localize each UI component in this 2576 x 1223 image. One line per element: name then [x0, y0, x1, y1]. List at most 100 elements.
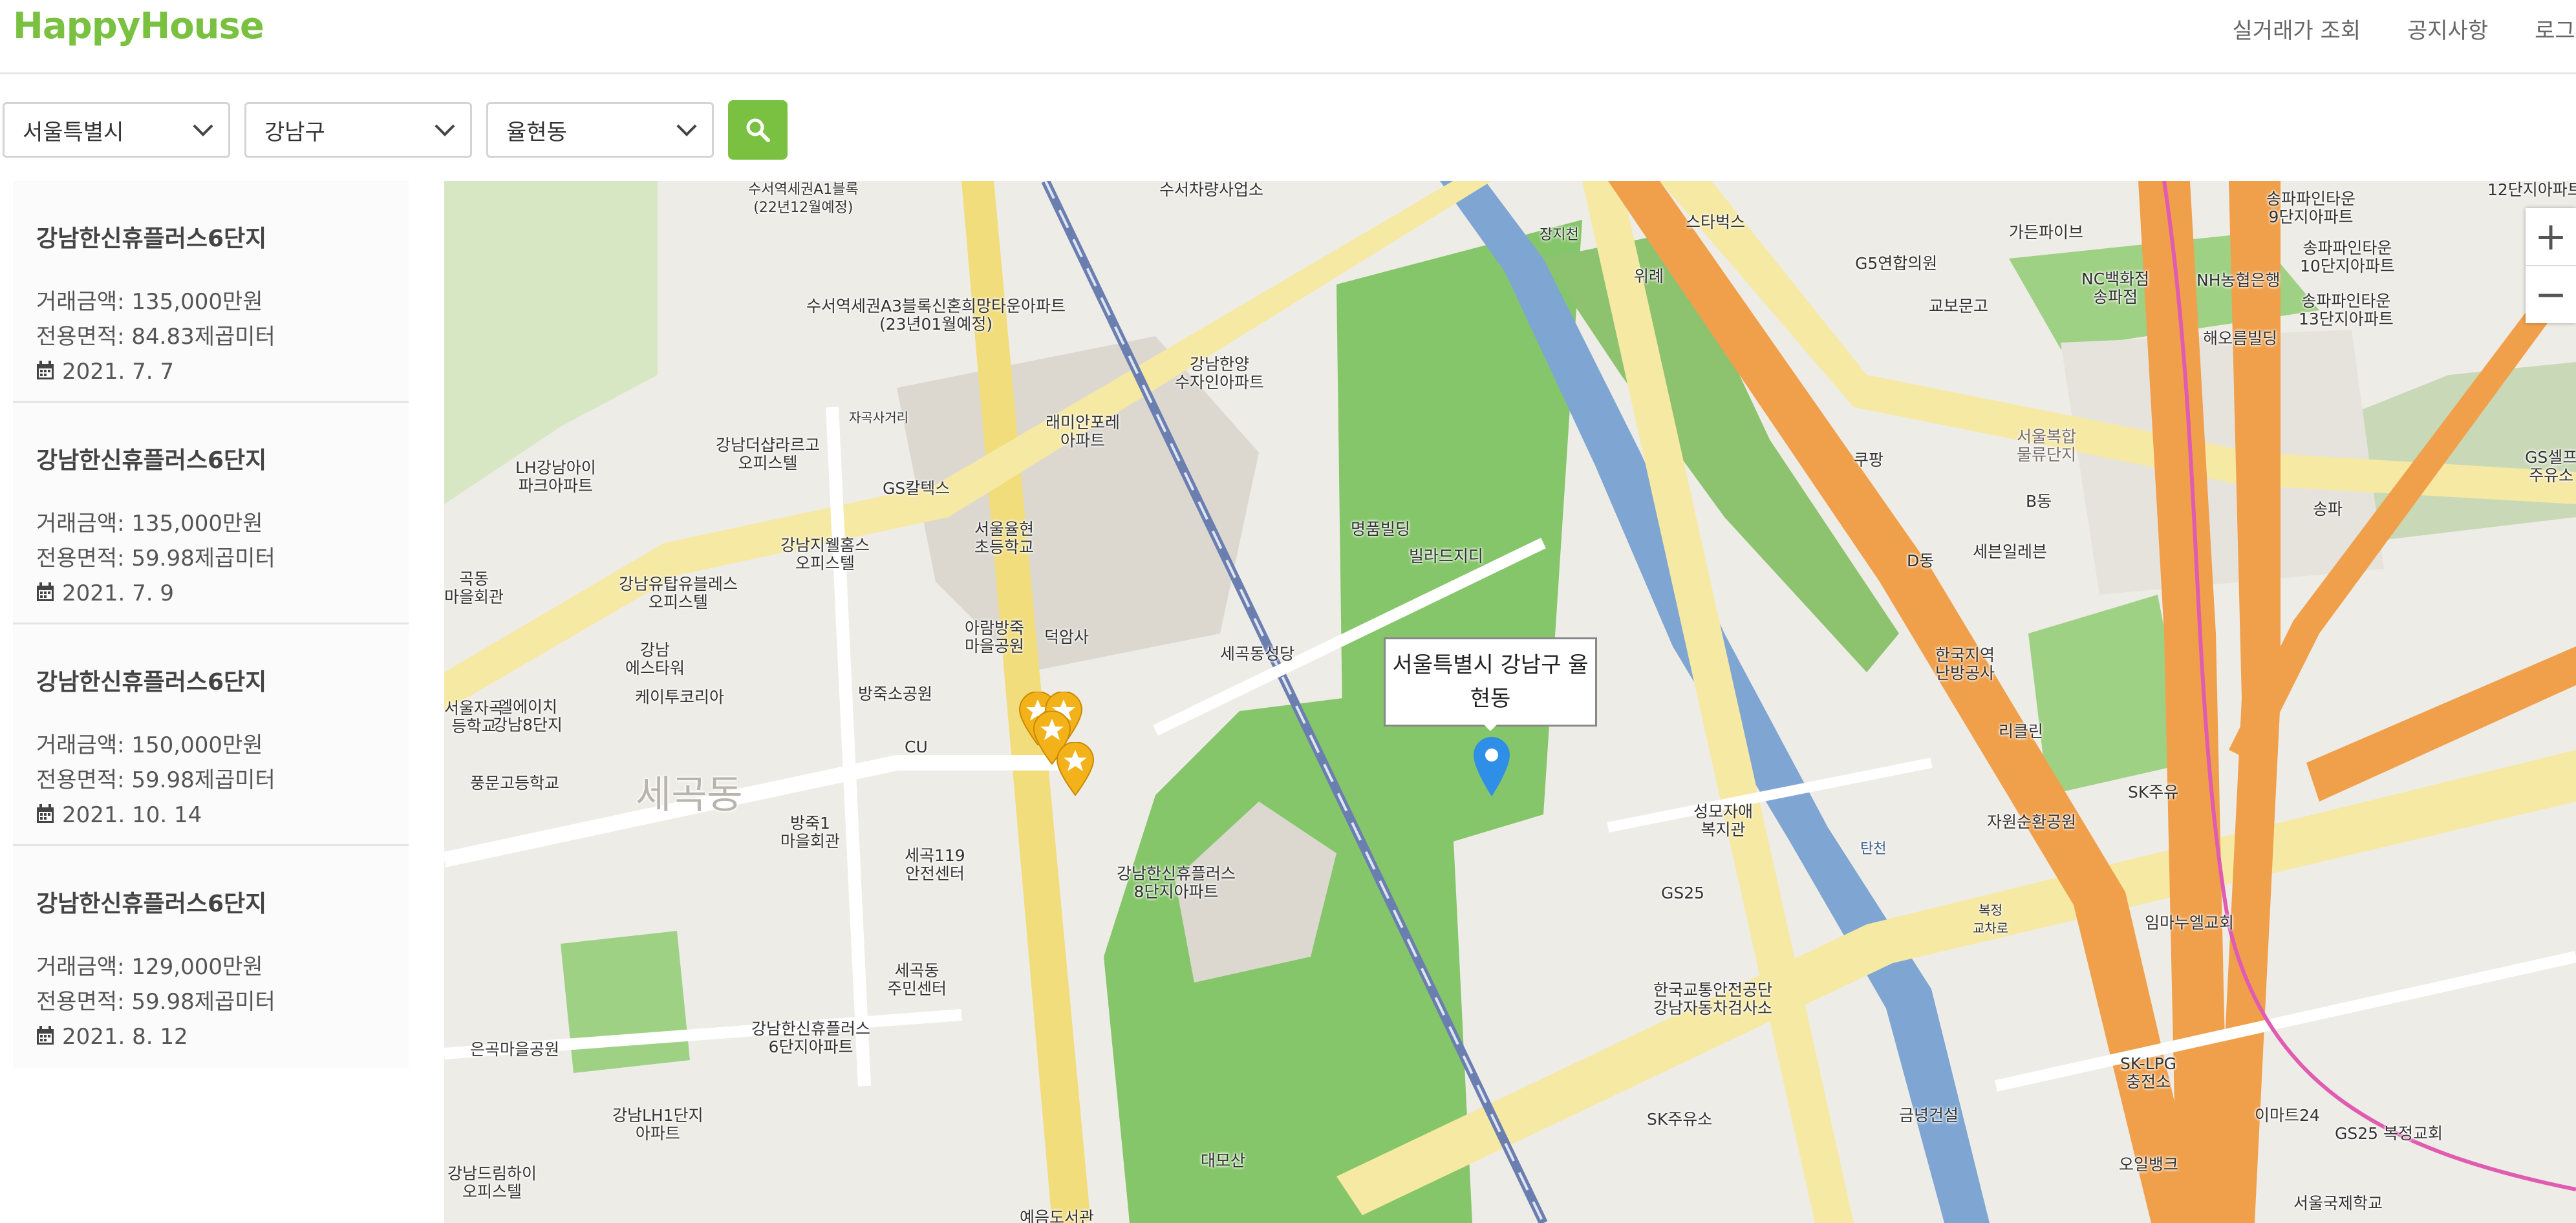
- calendar-icon: [36, 799, 54, 834]
- map-label: GS셀프 주유소: [2525, 448, 2576, 485]
- nav-deal-search[interactable]: 실거래가 조회: [2233, 13, 2361, 45]
- nav-login[interactable]: 로그인: [2535, 13, 2576, 45]
- chevron-down-icon: [676, 116, 697, 136]
- deal-date: 2021. 10. 14: [62, 802, 202, 828]
- search-button[interactable]: [728, 100, 788, 160]
- deal-item[interactable]: 강남한신휴플러스6단지 거래금액: 150,000만원 전용면적: 59.98제…: [13, 624, 409, 846]
- map-label: 복정 교차로: [1973, 902, 2009, 936]
- zoom-in-button[interactable]: +: [2526, 208, 2576, 266]
- map-label: 서울복합 물류단지: [2017, 427, 2077, 464]
- map-label: 성모자애 복지관: [1693, 802, 1754, 839]
- map-label: G5연합의원: [1855, 254, 1938, 273]
- map-label: 금녕건설: [1899, 1106, 1959, 1125]
- chevron-down-icon: [435, 116, 455, 136]
- map-label: LH강남아이 파크아파트: [515, 458, 596, 495]
- nav-notice[interactable]: 공지사항: [2407, 13, 2488, 45]
- main-nav: 실거래가 조회 공지사항 로그인: [2233, 13, 2576, 45]
- map-label: 쿠팡: [1854, 451, 1884, 469]
- map-label: 방죽1 마을회관: [780, 814, 841, 851]
- location-info-window: 서울특별시 강남구 율현동: [1384, 637, 1597, 731]
- map-label: 풍문고등학교: [470, 774, 560, 792]
- deal-date: 2021. 8. 12: [62, 1024, 188, 1050]
- map-label: CU: [905, 738, 928, 756]
- deal-item[interactable]: 강남한신휴플러스6단지 거래금액: 135,000만원 전용면적: 59.98제…: [13, 403, 409, 624]
- map-label: SK주유: [2128, 783, 2179, 802]
- map-view[interactable]: 수서역세권A3블록신혼희망타운아파트 (23년01월예정) 강남한양 수자인아파…: [444, 181, 2576, 1223]
- map-label: 장지천: [1540, 227, 1579, 243]
- map-label: B동: [2026, 492, 2052, 511]
- map-label: 케이투코리아: [635, 688, 725, 707]
- map-label: 오일뱅크: [2119, 1155, 2179, 1174]
- map-label: 가든파이브: [2009, 223, 2084, 242]
- brand-logo[interactable]: HappyHouse: [13, 5, 264, 47]
- gugun-select[interactable]: 강남구: [244, 102, 472, 158]
- map-label: 스타벅스: [1686, 213, 1746, 231]
- map-label: D동: [1907, 551, 1935, 570]
- map-label: GS25 복정교회: [2335, 1124, 2443, 1143]
- sido-select-value: 서울특별시: [23, 119, 124, 145]
- gugun-select-value: 강남구: [264, 119, 325, 145]
- map-label: 송파: [2313, 500, 2343, 518]
- deal-price: 거래금액: 150,000만원: [36, 732, 263, 758]
- map-label: 서울국제학교: [2293, 1194, 2383, 1213]
- map-label: 강남드림하이 오피스텔: [447, 1164, 537, 1201]
- deal-apt-name: 강남한신휴플러스6단지: [36, 669, 267, 696]
- map-label: 임마누엘교회: [2145, 913, 2235, 932]
- map-label: 교보문고: [1929, 297, 1989, 315]
- deal-item[interactable]: 강남한신휴플러스6단지 거래금액: 135,000만원 전용면적: 84.83제…: [13, 181, 409, 403]
- map-label: 위례: [1634, 267, 1664, 286]
- map-label: 세곡동: [636, 772, 743, 818]
- map-label: 12단지아파트: [2487, 181, 2576, 199]
- map-label: 세곡동 주민센터: [887, 961, 947, 998]
- map-label: 탄천: [1860, 841, 1887, 857]
- map-label: 곡동 마을회관: [444, 569, 504, 606]
- deal-date: 2021. 7. 9: [62, 580, 175, 606]
- calendar-icon: [36, 356, 54, 390]
- location-pin-icon[interactable]: [1472, 736, 1511, 798]
- region-search-bar: 서울특별시 강남구 율현동: [3, 100, 788, 160]
- deal-price: 거래금액: 135,000만원: [36, 511, 263, 537]
- map-label: 서울자곡 등학교: [444, 699, 504, 736]
- map-label: 세곡동성당: [1220, 644, 1295, 663]
- deal-date: 2021. 7. 7: [62, 359, 175, 385]
- map-label: NH농협은행: [2196, 271, 2281, 290]
- deal-area: 전용면적: 59.98제곱미터: [36, 546, 275, 571]
- map-label: 세곡119 안전센터: [905, 846, 965, 883]
- map-label: 덕암사: [1044, 628, 1089, 646]
- map-label: 자원순환공원: [1987, 813, 2077, 831]
- map-label: SK주유소: [1647, 1110, 1713, 1129]
- map-label: 강남한신휴플러스 6단지아파트: [751, 1019, 871, 1056]
- top-navbar: HappyHouse 실거래가 조회 공지사항 로그인: [0, 0, 2576, 74]
- map-label: 강남 에스타워: [625, 641, 685, 677]
- map-label: 송파파인타운 10단지아파트: [2300, 239, 2395, 275]
- map-label: 수서역세권A3블록신혼희망타운아파트 (23년01월예정): [806, 297, 1066, 334]
- map-label: 강남더샵라르고 오피스텔: [716, 436, 821, 473]
- map-label: 강남LH1단지 아파트: [612, 1106, 703, 1143]
- map-label: 래미안포레 아파트: [1046, 413, 1121, 450]
- map-label: 은곡마을공원: [470, 1040, 560, 1059]
- map-label: 방죽소공원: [858, 685, 933, 703]
- map-label: 한국지역 난방공사: [1935, 646, 1995, 683]
- dong-select[interactable]: 율현동: [486, 102, 714, 158]
- deal-area: 전용면적: 59.98제곱미터: [36, 767, 275, 793]
- calendar-icon: [36, 1021, 54, 1056]
- sido-select[interactable]: 서울특별시: [3, 102, 230, 158]
- deal-price: 거래금액: 129,000만원: [36, 954, 263, 980]
- map-label: 명품빌딩: [1351, 520, 1411, 538]
- apartment-marker-icon[interactable]: [1056, 742, 1095, 796]
- map-label: 한국교통안전공단 강남자동차검사소: [1653, 981, 1773, 1017]
- map-label: 송파파인타운 9단지아파트: [2266, 189, 2356, 226]
- deal-item[interactable]: 강남한신휴플러스6단지 거래금액: 129,000만원 전용면적: 59.98제…: [13, 846, 409, 1068]
- map-label: 수서차량사업소: [1159, 181, 1264, 199]
- deal-price: 거래금액: 135,000만원: [36, 289, 263, 315]
- map-label: 해오름빌딩: [2203, 329, 2278, 348]
- map-label: 서울율현 초등학교: [974, 520, 1035, 557]
- map-label: SK-LPG 충전소: [2120, 1054, 2177, 1091]
- map-label: NC백화점 송파점: [2081, 270, 2150, 306]
- zoom-out-button[interactable]: −: [2526, 266, 2576, 323]
- calendar-icon: [36, 577, 54, 612]
- deal-area: 전용면적: 84.83제곱미터: [36, 324, 275, 350]
- map-label: 리클린: [1999, 722, 2044, 741]
- map-label: 송파파인타운 13단지아파트: [2299, 292, 2394, 328]
- deal-area: 전용면적: 59.98제곱미터: [36, 989, 275, 1015]
